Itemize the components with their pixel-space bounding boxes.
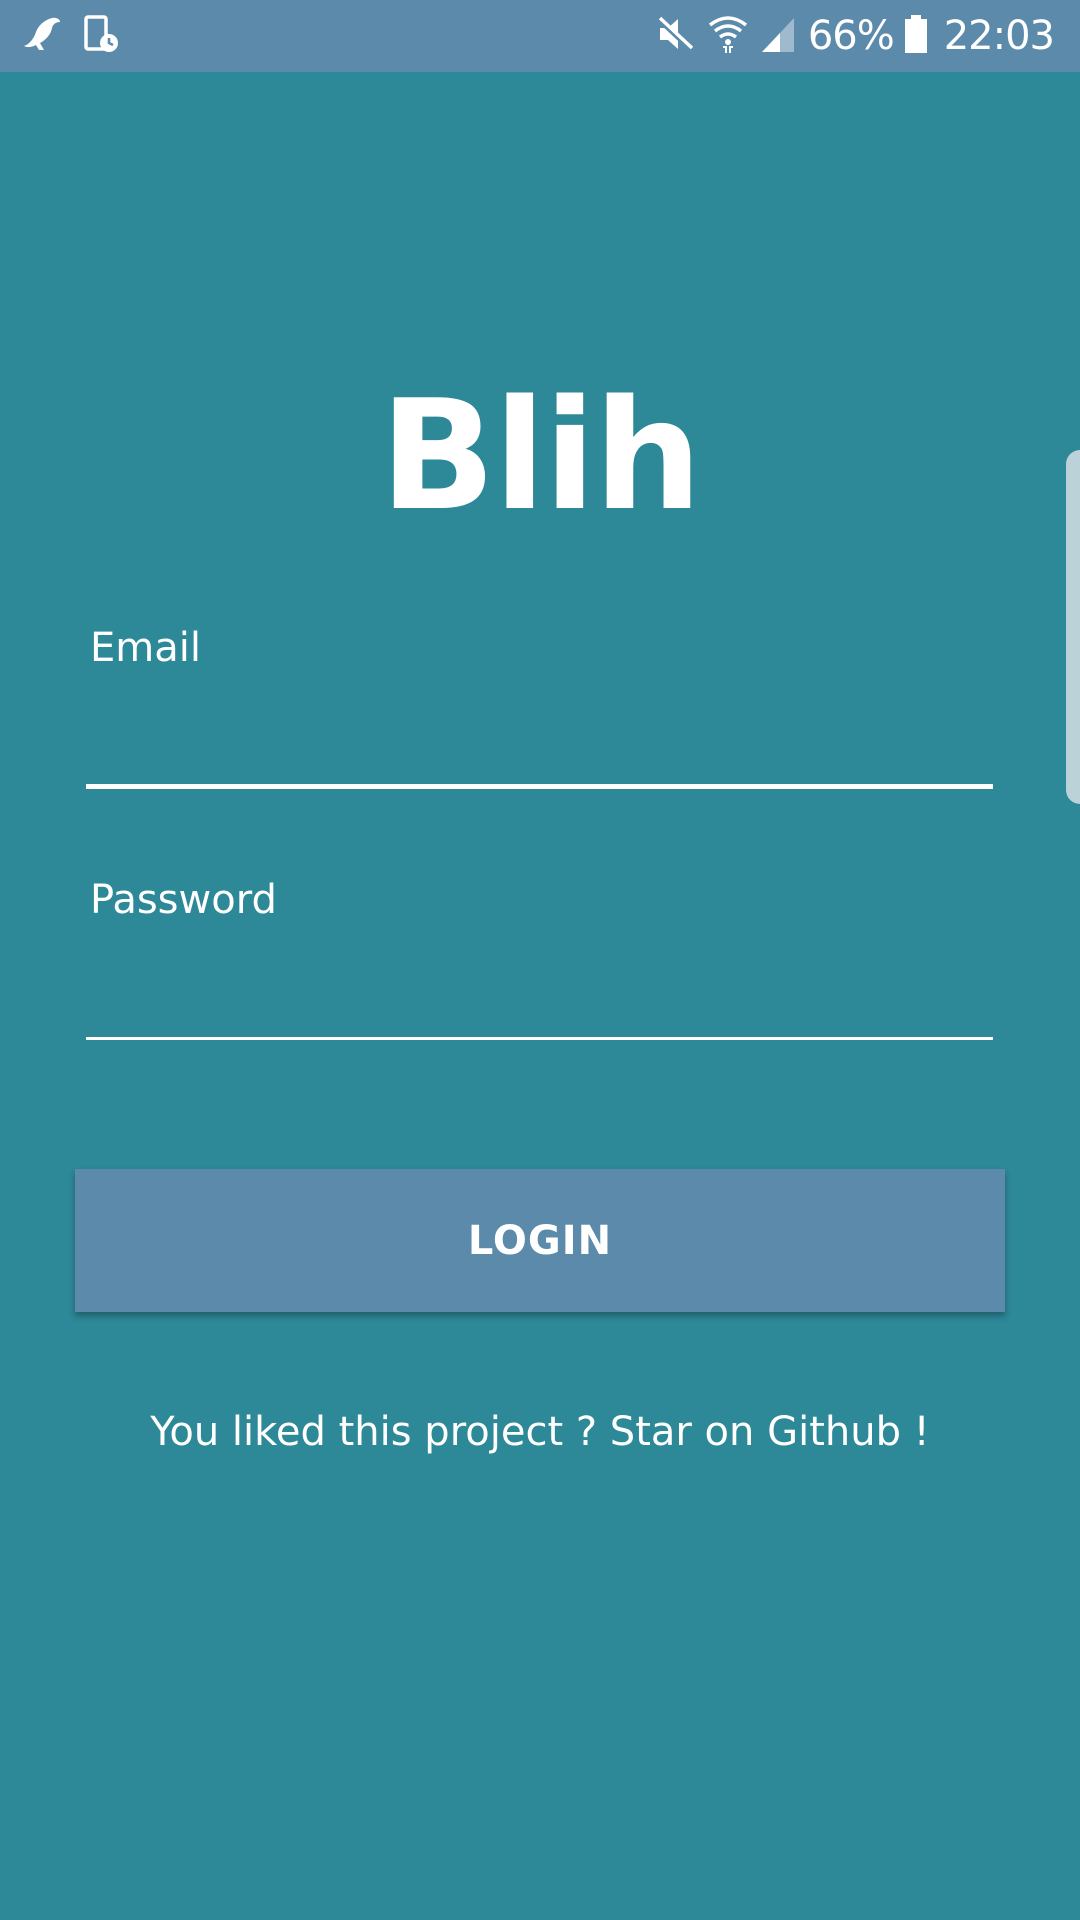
email-field[interactable]: Email <box>86 620 993 790</box>
edge-panel-handle[interactable] <box>1066 450 1080 804</box>
status-bar: 66% 22:03 <box>0 0 1080 72</box>
email-input[interactable] <box>86 682 993 752</box>
status-bar-right: 66% 22:03 <box>654 10 1055 62</box>
app-title: Blih <box>379 367 702 544</box>
battery-icon <box>904 14 928 58</box>
password-label: Password <box>90 877 277 923</box>
password-underline <box>86 1037 993 1040</box>
wifi-icon <box>708 13 748 59</box>
password-field[interactable]: Password <box>86 872 993 1042</box>
status-bar-left <box>22 14 120 58</box>
tablet-clock-icon <box>84 15 120 57</box>
email-underline <box>86 784 993 789</box>
mute-icon <box>654 14 698 58</box>
bird-notification-icon <box>22 16 62 56</box>
email-label: Email <box>90 625 201 671</box>
login-button[interactable]: LOGIN <box>75 1169 1005 1312</box>
clock-text: 22:03 <box>943 13 1055 59</box>
signal-icon <box>758 14 798 58</box>
battery-percent-text: 66% <box>807 13 895 59</box>
password-input[interactable] <box>86 934 993 1004</box>
github-star-link[interactable]: You liked this project ? Star on Github … <box>0 1404 1080 1460</box>
